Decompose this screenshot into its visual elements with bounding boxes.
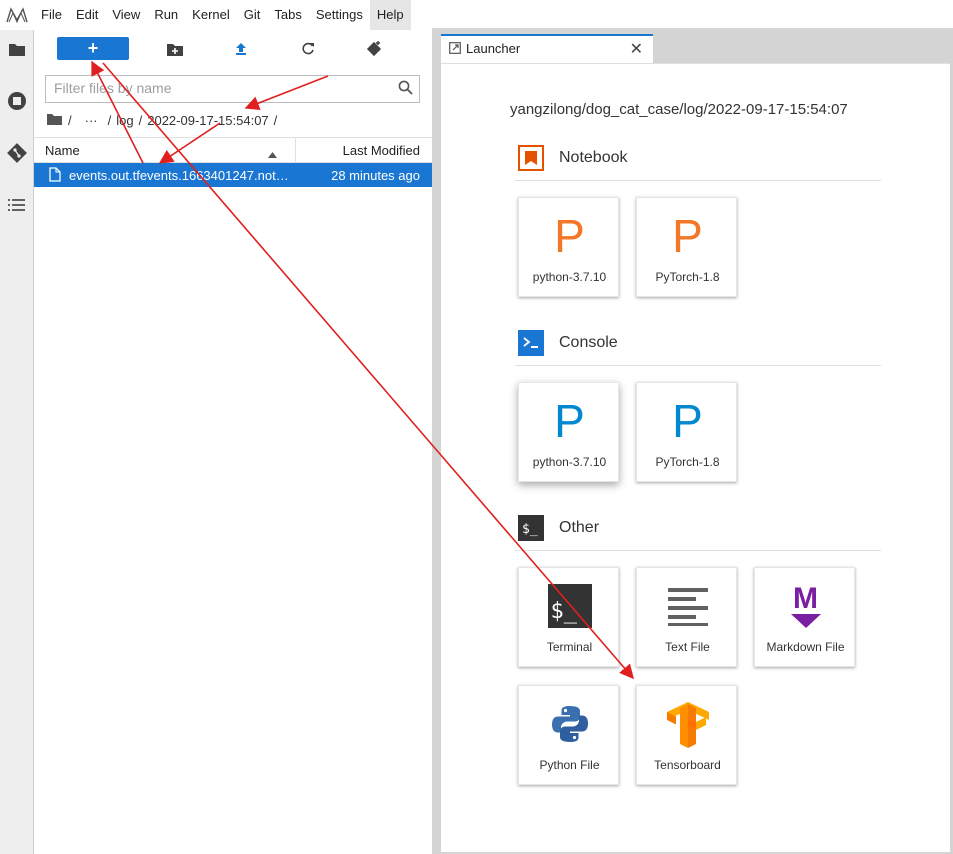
menu-file[interactable]: File	[34, 0, 69, 30]
python-logo-icon	[519, 696, 620, 752]
refresh-icon[interactable]	[298, 39, 318, 59]
new-folder-icon[interactable]	[165, 39, 185, 59]
terminal-icon: $_	[519, 578, 620, 634]
breadcrumb-sep: /	[273, 112, 278, 128]
menu-edit[interactable]: Edit	[69, 0, 105, 30]
kernel-logo-icon: P	[672, 395, 703, 447]
menu-kernel[interactable]: Kernel	[185, 0, 237, 30]
card-label: python-3.7.10	[532, 455, 607, 469]
launcher-tab-icon	[449, 42, 461, 57]
card-label: Text File	[665, 640, 710, 654]
file-modified: 28 minutes ago	[331, 168, 420, 183]
markdown-icon: M	[755, 578, 856, 634]
card-label: Markdown File	[766, 640, 845, 654]
last-modified-column-header[interactable]: Last Modified	[343, 143, 420, 158]
breadcrumb-sep: /	[68, 112, 72, 128]
menu-bar: File Edit View Run Kernel Git Tabs Setti…	[0, 0, 437, 31]
table-of-contents-icon[interactable]	[0, 188, 33, 222]
file-browser: + / ··· / log / 2022-09-17-15:54:07 / Na	[34, 30, 432, 854]
text-file-icon	[637, 578, 738, 634]
console-section-icon	[518, 330, 544, 356]
file-icon	[49, 167, 61, 185]
tab-launcher-label: Launcher	[466, 41, 521, 56]
tensorboard-card[interactable]: Tensorboard	[636, 685, 737, 785]
git-icon[interactable]	[0, 136, 33, 170]
upload-icon[interactable]	[231, 39, 251, 59]
console-section-title: Console	[559, 334, 618, 351]
search-icon	[398, 80, 413, 98]
jupyter-logo-icon	[0, 0, 34, 30]
file-name: events.out.tfevents.1663401247.notebook	[69, 168, 291, 183]
notebook-section-icon	[518, 145, 544, 171]
home-folder-icon[interactable]	[47, 113, 62, 128]
menu-tabs[interactable]: Tabs	[267, 0, 308, 30]
markdown-glyph: M	[793, 582, 818, 615]
menu-settings[interactable]: Settings	[309, 0, 370, 30]
other-section-title: Other	[559, 519, 600, 536]
file-browser-toolbar: +	[34, 30, 432, 70]
card-label: PyTorch-1.8	[655, 455, 720, 469]
menu-git[interactable]: Git	[237, 0, 268, 30]
kernel-logo-icon: P	[672, 210, 703, 262]
card-label: Tensorboard	[654, 758, 721, 772]
svg-text:$_: $_	[522, 522, 538, 537]
breadcrumb-ellipsis[interactable]: ···	[85, 113, 98, 128]
card-label: Python File	[539, 758, 600, 772]
menu-help[interactable]: Help	[369, 0, 411, 30]
notebook-card-pytorch-1-8[interactable]: P PyTorch-1.8	[636, 197, 737, 297]
file-filter	[45, 75, 420, 103]
menu-run[interactable]: Run	[147, 0, 185, 30]
menu-view[interactable]: View	[105, 0, 147, 30]
new-launcher-button[interactable]: +	[57, 37, 129, 60]
close-icon[interactable]: ✕	[630, 39, 643, 59]
breadcrumb-current[interactable]: 2022-09-17-15:54:07	[147, 113, 268, 128]
git-clone-icon[interactable]	[364, 39, 384, 59]
kernel-logo-icon: P	[554, 395, 585, 447]
card-label: PyTorch-1.8	[655, 270, 720, 284]
column-divider	[295, 138, 296, 162]
card-label: Terminal	[546, 640, 593, 654]
breadcrumb-sep: /	[107, 112, 112, 128]
breadcrumb-log[interactable]: log	[116, 113, 133, 128]
activity-bar	[0, 30, 34, 854]
file-row-selected[interactable]: events.out.tfevents.1663401247.notebook …	[34, 163, 432, 187]
terminal-card[interactable]: $_ Terminal	[518, 567, 619, 667]
notebook-card-python-3-7-10[interactable]: P python-3.7.10	[518, 197, 619, 297]
folder-icon[interactable]	[0, 32, 33, 66]
breadcrumb-sep: /	[138, 112, 143, 128]
file-list-header: Name Last Modified	[34, 137, 432, 163]
launcher-cwd: yangzilong/dog_cat_case/log/2022-09-17-1…	[510, 101, 848, 118]
tensorflow-logo-icon	[637, 696, 738, 752]
other-section-icon: $_	[518, 515, 544, 541]
python-file-card[interactable]: Python File	[518, 685, 619, 785]
section-divider	[515, 365, 881, 366]
notebook-section-title: Notebook	[559, 149, 628, 166]
card-label: python-3.7.10	[532, 270, 607, 284]
terminal-glyph: $_	[547, 584, 592, 628]
console-card-pytorch-1-8[interactable]: P PyTorch-1.8	[636, 382, 737, 482]
sort-up-icon	[268, 146, 277, 161]
section-divider	[515, 180, 881, 181]
console-card-python-3-7-10[interactable]: P python-3.7.10	[518, 382, 619, 482]
section-divider	[515, 550, 881, 551]
launcher-panel: yangzilong/dog_cat_case/log/2022-09-17-1…	[441, 63, 950, 852]
text-file-card[interactable]: Text File	[636, 567, 737, 667]
breadcrumb: / ··· / log / 2022-09-17-15:54:07 /	[47, 111, 282, 129]
name-column-header[interactable]: Name	[45, 143, 80, 158]
kernel-logo-icon: P	[554, 210, 585, 262]
filter-files-input[interactable]	[46, 76, 384, 100]
running-sessions-icon[interactable]	[0, 84, 33, 118]
markdown-file-card[interactable]: M Markdown File	[754, 567, 855, 667]
tab-launcher[interactable]: Launcher ✕	[441, 34, 653, 63]
